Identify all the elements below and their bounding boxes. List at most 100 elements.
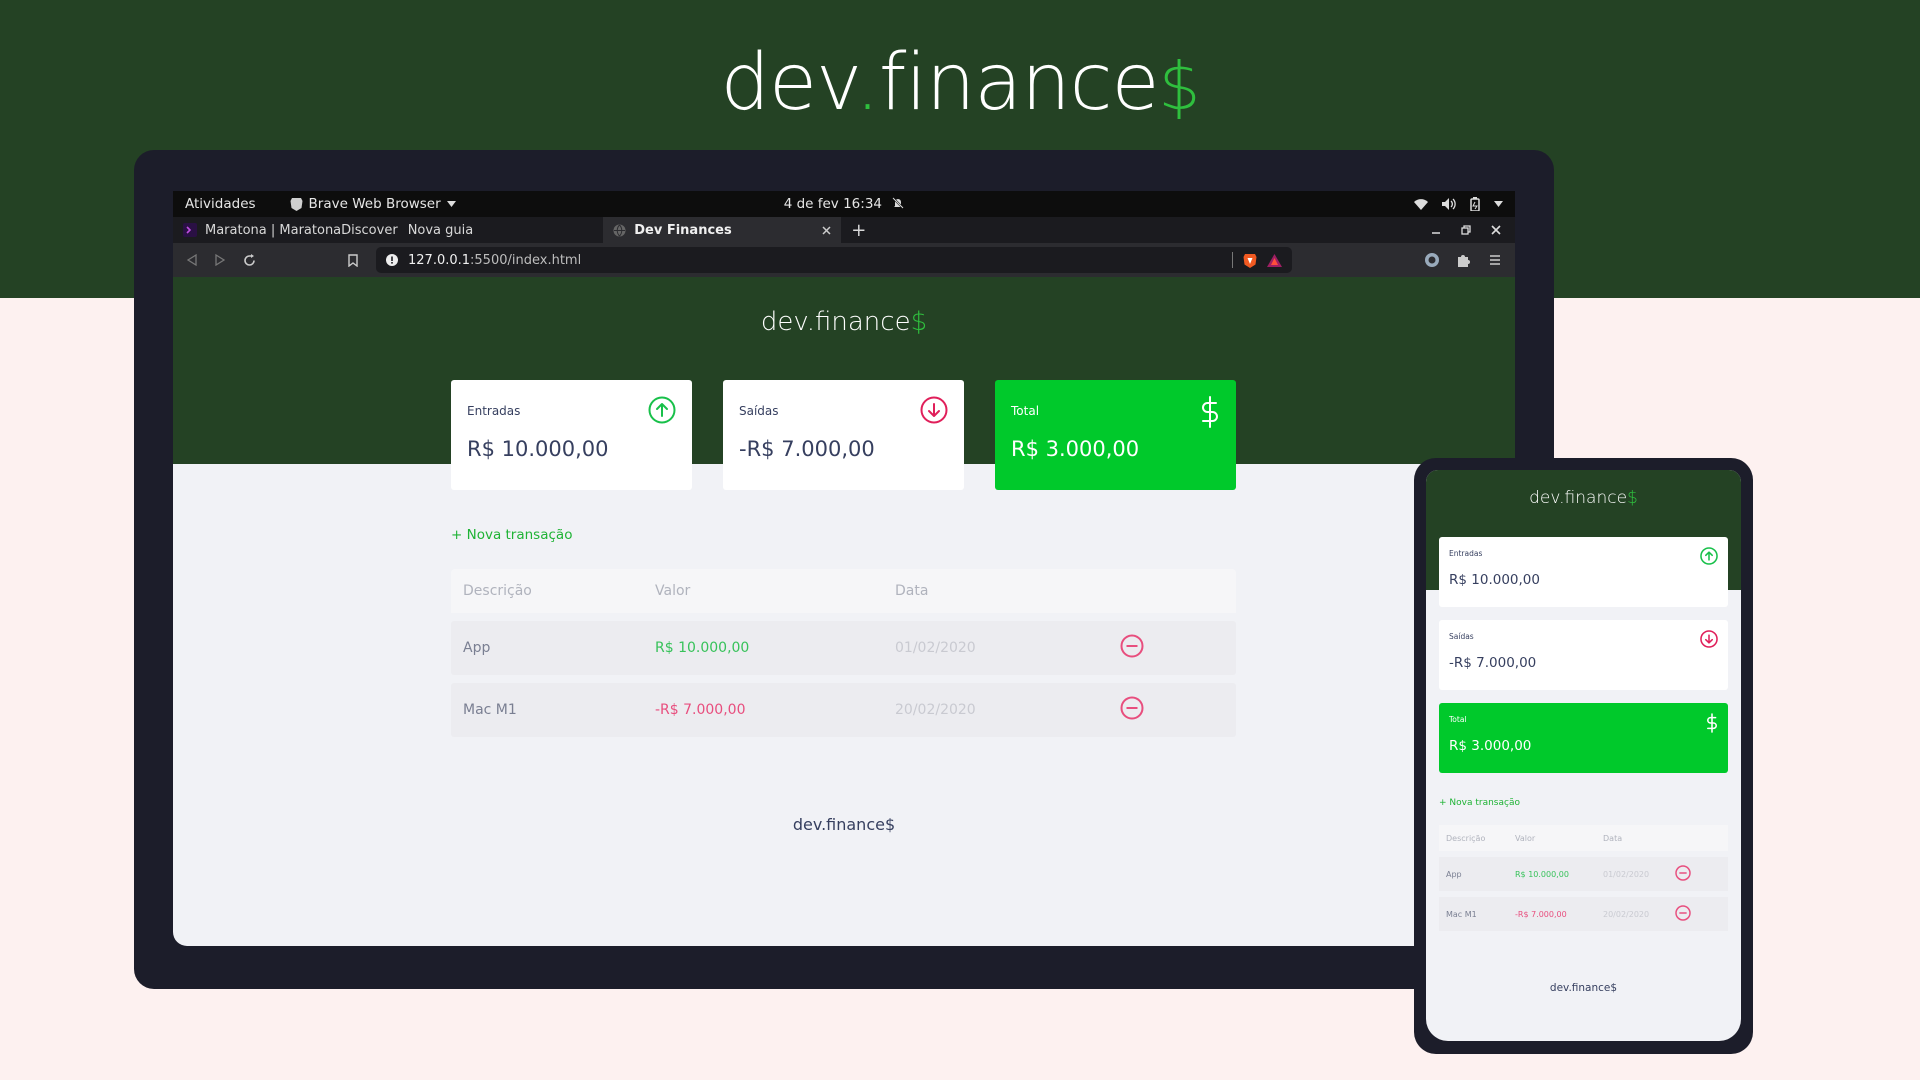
address-bar-row: 127.0.0.1:5500/index.html	[173, 243, 1515, 277]
url-separator	[1232, 252, 1233, 268]
url-path: :5500/index.html	[470, 252, 582, 268]
income-label: Entradas	[467, 404, 521, 418]
row-amount: -R$ 7.000,00	[1515, 909, 1567, 919]
phone-footer: dev.finance$	[1549, 982, 1618, 994]
bookmark-icon[interactable]	[348, 253, 358, 267]
row-description: App	[1446, 869, 1462, 879]
table-header: Descrição Valor Data	[451, 569, 1236, 613]
app-menu[interactable]: Brave Web Browser	[290, 196, 456, 212]
expense-card: Saídas -R$ 7.000,00	[723, 380, 964, 490]
url-host: 127.0.0.1	[408, 252, 471, 268]
app-name: Brave Web Browser	[308, 196, 441, 212]
phone-logo: dev.finance$	[1529, 488, 1638, 508]
os-top-bar: Atividades Brave Web Browser 4 de fev 16…	[173, 191, 1515, 217]
table-header: Descrição Valor Data	[1439, 825, 1728, 851]
tab-maratona[interactable]: Maratona | MaratonaDiscover	[173, 217, 408, 243]
activities-button[interactable]: Atividades	[185, 196, 256, 212]
table-row: Mac M1 -R$ 7.000,00 20/02/2020	[1439, 897, 1728, 931]
header-amount: Valor	[1515, 833, 1536, 843]
forward-icon[interactable]	[215, 254, 225, 266]
close-tab-icon[interactable]	[822, 225, 831, 235]
globe-icon	[613, 224, 626, 236]
arrow-down-circle-icon	[1700, 630, 1718, 648]
total-card: Total R$ 3.000,00	[995, 380, 1236, 490]
row-amount: -R$ 7.000,00	[655, 702, 746, 718]
extensions-icon[interactable]	[1457, 253, 1471, 267]
transactions-table: Descrição Valor Data App R$ 10.000,00 01…	[451, 569, 1236, 737]
table-row: App R$ 10.000,00 01/02/2020	[451, 621, 1236, 675]
header-amount: Valor	[655, 583, 691, 599]
window-controls	[1431, 217, 1515, 243]
remove-icon[interactable]	[1120, 634, 1144, 658]
hero-logo: dev.finance$	[720, 38, 1200, 128]
header-date: Data	[895, 583, 929, 599]
volume-icon	[1442, 198, 1456, 210]
profile-icon[interactable]	[1425, 253, 1439, 267]
clock[interactable]: 4 de fev 16:34	[784, 196, 882, 212]
income-label: Entradas	[1449, 549, 1483, 558]
row-description: Mac M1	[1446, 909, 1477, 919]
row-amount: R$ 10.000,00	[1515, 869, 1569, 879]
system-tray[interactable]	[1414, 197, 1503, 211]
brave-shields-icon[interactable]	[1243, 253, 1257, 268]
notifications-off-icon	[892, 197, 905, 209]
web-page: dev.finance$ Entradas R$ 10.000,00 Saída…	[173, 277, 1515, 946]
new-transaction-link[interactable]: + Nova transação	[451, 527, 572, 543]
expense-value: -R$ 7.000,00	[1449, 655, 1537, 671]
tab-dev-finances[interactable]: Dev Finances	[603, 217, 842, 243]
total-card: Total R$ 3.000,00	[1439, 703, 1728, 773]
row-description: App	[463, 640, 491, 656]
restore-icon[interactable]	[1461, 225, 1471, 235]
dollar-sign-icon	[1202, 396, 1218, 428]
tab-nova-guia[interactable]: Nova guia	[408, 217, 604, 243]
terminal-favicon-icon	[183, 223, 197, 237]
row-date: 01/02/2020	[1603, 869, 1650, 879]
balance-cards: Entradas R$ 10.000,00 Saídas -R$ 7.000,0…	[451, 380, 1236, 490]
battery-icon	[1470, 197, 1480, 211]
tab-label: Nova guia	[407, 222, 474, 238]
page-logo: dev.finance$	[760, 307, 928, 337]
new-tab-button[interactable]: +	[841, 217, 876, 243]
table-row: App R$ 10.000,00 01/02/2020	[1439, 857, 1728, 891]
expense-card: Saídas -R$ 7.000,00	[1439, 620, 1728, 690]
remove-icon[interactable]	[1675, 905, 1691, 921]
row-amount: R$ 10.000,00	[655, 640, 750, 656]
wifi-icon	[1414, 198, 1428, 210]
menu-icon[interactable]	[1489, 254, 1501, 266]
phone-balance-cards: Entradas R$ 10.000,00 Saídas -R$ 7.000,0…	[1439, 537, 1728, 786]
back-icon[interactable]	[187, 254, 197, 266]
total-label: Total	[1449, 715, 1467, 724]
phone-screen: dev.finance$ Entradas R$ 10.000,00 Saída…	[1426, 470, 1741, 1041]
income-card: Entradas R$ 10.000,00	[1439, 537, 1728, 607]
url-field[interactable]: 127.0.0.1:5500/index.html	[376, 247, 1292, 273]
laptop-screen: Atividades Brave Web Browser 4 de fev 16…	[173, 191, 1515, 946]
tab-strip: Maratona | MaratonaDiscover Nova guia De…	[173, 217, 1515, 243]
total-label: Total	[1011, 404, 1040, 418]
arrow-up-circle-icon	[648, 396, 676, 424]
close-window-icon[interactable]	[1491, 225, 1501, 235]
transactions-table: Descrição Valor Data App R$ 10.000,00 01…	[1439, 825, 1728, 931]
income-card: Entradas R$ 10.000,00	[451, 380, 692, 490]
header-date: Data	[1603, 833, 1623, 843]
brave-lion-icon	[290, 198, 303, 211]
toolbar-right	[1425, 253, 1501, 267]
minimize-icon[interactable]	[1431, 225, 1441, 235]
remove-icon[interactable]	[1120, 696, 1144, 720]
table-row: Mac M1 -R$ 7.000,00 20/02/2020	[451, 683, 1236, 737]
phone-mockup: dev.finance$ Entradas R$ 10.000,00 Saída…	[1414, 458, 1753, 1054]
arrow-down-circle-icon	[920, 396, 948, 424]
header-description: Descrição	[1446, 833, 1486, 843]
income-value: R$ 10.000,00	[467, 437, 609, 461]
reload-icon[interactable]	[243, 253, 256, 267]
income-value: R$ 10.000,00	[1449, 572, 1540, 588]
total-value: R$ 3.000,00	[1011, 437, 1140, 461]
expense-label: Saídas	[1449, 632, 1474, 641]
remove-icon[interactable]	[1675, 865, 1691, 881]
tab-label: Maratona | MaratonaDiscover	[205, 222, 398, 238]
chevron-down-icon	[446, 201, 456, 207]
new-transaction-link[interactable]: + Nova transação	[1439, 798, 1520, 808]
brave-rewards-icon[interactable]	[1267, 253, 1282, 267]
row-description: Mac M1	[463, 702, 517, 718]
tab-label: Dev Finances	[634, 222, 732, 238]
info-icon[interactable]	[386, 254, 398, 266]
